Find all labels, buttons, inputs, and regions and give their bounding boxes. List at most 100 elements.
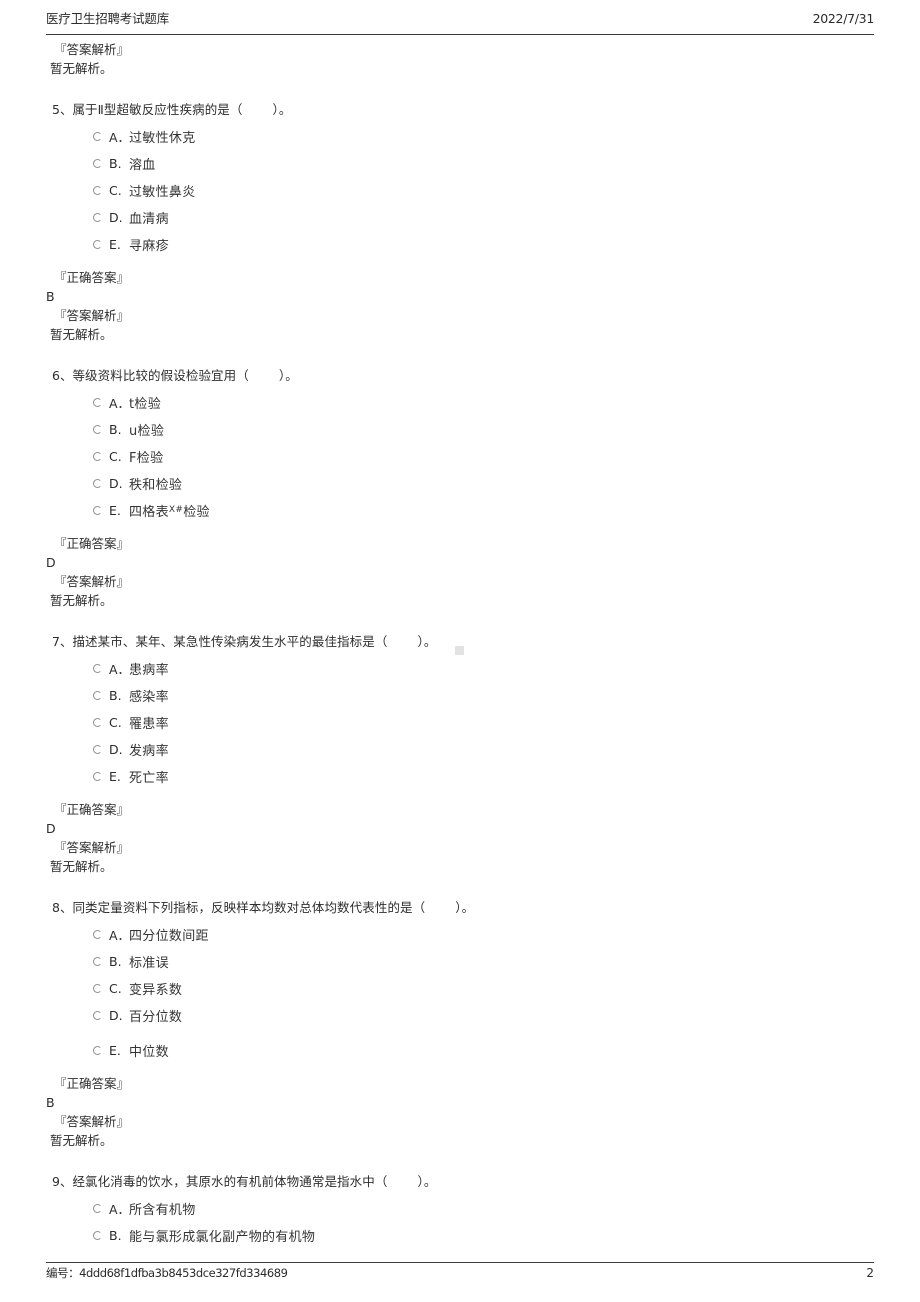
option-letter: C. bbox=[109, 183, 122, 198]
option-9-b[interactable]: B. 能与氯形成氯化副产物的有机物 bbox=[93, 1222, 920, 1249]
radio-button-icon[interactable] bbox=[93, 718, 102, 727]
option-text: 溶血 bbox=[129, 158, 156, 173]
option-8-a[interactable]: A． 四分位数间距 bbox=[93, 921, 920, 948]
explanation-text: 暂无解析。 bbox=[50, 61, 113, 76]
option-letter: E. bbox=[109, 769, 121, 784]
option-5-a[interactable]: A． 过敏性休克 bbox=[93, 123, 920, 150]
answer-area-5: 『正确答案』 B 『答案解析』 暂无解析。 bbox=[46, 268, 920, 344]
option-letter: B. bbox=[109, 156, 122, 171]
option-text: 秩和检验 bbox=[129, 478, 183, 493]
radio-button-icon[interactable] bbox=[93, 1046, 102, 1055]
option-text: 发病率 bbox=[129, 744, 169, 759]
option-list-9: A． 所含有机物 B. 能与氯形成氯化副产物的有机物 bbox=[0, 1195, 920, 1249]
option-text: 四分位数间距 bbox=[129, 929, 209, 944]
option-letter: A． bbox=[109, 130, 131, 145]
question-text-5: 属于Ⅱ型超敏反应性疾病的是（ bbox=[72, 102, 243, 117]
option-5-b[interactable]: B. 溶血 bbox=[93, 150, 920, 177]
option-8-b[interactable]: B. 标准误 bbox=[93, 948, 920, 975]
radio-button-icon[interactable] bbox=[93, 159, 102, 168]
option-6-e[interactable]: E. 四格表X#检验 bbox=[93, 497, 920, 524]
document-body: 『答案解析』 暂无解析。 5、属于Ⅱ型超敏反应性疾病的是（ ）。 A． 过敏性休克… bbox=[0, 40, 920, 1249]
option-8-e[interactable]: E. 中位数 bbox=[93, 1037, 920, 1064]
option-letter: E. bbox=[109, 503, 121, 518]
option-6-b[interactable]: B. u检验 bbox=[93, 416, 920, 443]
radio-button-icon[interactable] bbox=[93, 984, 102, 993]
radio-button-icon[interactable] bbox=[93, 506, 102, 515]
option-7-e[interactable]: E. 死亡率 bbox=[93, 763, 920, 790]
header-date: 2022/7/31 bbox=[812, 11, 875, 26]
page-number: 2 bbox=[866, 1266, 874, 1280]
option-list-6: A． t检验 B. u检验 C. F检验 D. 秩和检验 E. 四格表X#检验 bbox=[0, 389, 920, 524]
option-7-b[interactable]: B. 感染率 bbox=[93, 682, 920, 709]
option-letter: D. bbox=[109, 742, 123, 757]
option-7-d[interactable]: D. 发病率 bbox=[93, 736, 920, 763]
radio-button-icon[interactable] bbox=[93, 930, 102, 939]
option-5-c[interactable]: C. 过敏性鼻炎 bbox=[93, 177, 920, 204]
answer-area-8: 『正确答案』 B 『答案解析』 暂无解析。 bbox=[46, 1074, 920, 1150]
radio-button-icon[interactable] bbox=[93, 745, 102, 754]
explanation-text: 暂无解析。 bbox=[50, 327, 113, 342]
option-text: 四格表X#检验 bbox=[129, 501, 210, 520]
option-text: 百分位数 bbox=[129, 1010, 183, 1025]
option-8-c[interactable]: C. 变异系数 bbox=[93, 975, 920, 1002]
option-text: 变异系数 bbox=[129, 983, 183, 998]
answer-area-6: 『正确答案』 D 『答案解析』 暂无解析。 bbox=[46, 534, 920, 610]
question-text-6: 等级资料比较的假设检验宜用（ bbox=[72, 368, 249, 383]
radio-button-icon[interactable] bbox=[93, 425, 102, 434]
option-8-d[interactable]: D. 百分位数 bbox=[93, 1002, 920, 1029]
radio-button-icon[interactable] bbox=[93, 664, 102, 673]
option-6-c[interactable]: C. F检验 bbox=[93, 443, 920, 470]
question-stem-5: 5、属于Ⅱ型超敏反应性疾病的是（ ）。 bbox=[52, 100, 920, 120]
option-text: F检验 bbox=[129, 451, 164, 466]
question-text-6-after: ）。 bbox=[278, 368, 298, 383]
question-text-8-after: ）。 bbox=[455, 900, 475, 915]
explanation-text: 暂无解析。 bbox=[50, 593, 113, 608]
option-text: 患病率 bbox=[129, 663, 169, 678]
option-7-c[interactable]: C. 罹患率 bbox=[93, 709, 920, 736]
radio-button-icon[interactable] bbox=[93, 691, 102, 700]
option-text: 标准误 bbox=[129, 956, 169, 971]
correct-answer-value: B bbox=[46, 289, 55, 304]
option-letter: D. bbox=[109, 210, 123, 225]
radio-button-icon[interactable] bbox=[93, 479, 102, 488]
radio-button-icon[interactable] bbox=[93, 398, 102, 407]
radio-button-icon[interactable] bbox=[93, 1231, 102, 1240]
option-letter: C. bbox=[109, 981, 122, 996]
explanation-text: 暂无解析。 bbox=[50, 1133, 113, 1148]
explanation-text: 暂无解析。 bbox=[50, 859, 113, 874]
option-6-a[interactable]: A． t检验 bbox=[93, 389, 920, 416]
radio-button-icon[interactable] bbox=[93, 1011, 102, 1020]
option-5-e[interactable]: E. 寻麻疹 bbox=[93, 231, 920, 258]
correct-answer-value: D bbox=[46, 555, 56, 570]
document-page: 医疗卫生招聘考试题库 2022/7/31 『答案解析』 暂无解析。 5、属于Ⅱ型… bbox=[0, 0, 920, 1302]
option-7-a[interactable]: A． 患病率 bbox=[93, 655, 920, 682]
explanation-label: 『答案解析』 bbox=[54, 308, 130, 323]
header-title: 医疗卫生招聘考试题库 bbox=[46, 11, 170, 26]
radio-button-icon[interactable] bbox=[93, 957, 102, 966]
question-text-8: 同类定量资料下列指标，反映样本均数对总体均数代表性的是（ bbox=[72, 900, 426, 915]
option-6-d[interactable]: D. 秩和检验 bbox=[93, 470, 920, 497]
radio-button-icon[interactable] bbox=[93, 1204, 102, 1213]
option-text: 所含有机物 bbox=[129, 1203, 196, 1218]
option-letter: B. bbox=[109, 1228, 122, 1243]
option-text-superscript: X# bbox=[168, 505, 184, 515]
radio-button-icon[interactable] bbox=[93, 240, 102, 249]
radio-button-icon[interactable] bbox=[93, 132, 102, 141]
option-letter: C. bbox=[109, 715, 122, 730]
question-stem-6: 6、等级资料比较的假设检验宜用（ ）。 bbox=[52, 366, 920, 386]
radio-button-icon[interactable] bbox=[93, 772, 102, 781]
option-text: u检验 bbox=[129, 424, 165, 439]
option-text: 感染率 bbox=[129, 690, 169, 705]
radio-button-icon[interactable] bbox=[93, 213, 102, 222]
option-text: 血清病 bbox=[129, 212, 169, 227]
option-5-d[interactable]: D. 血清病 bbox=[93, 204, 920, 231]
option-list-5: A． 过敏性休克 B. 溶血 C. 过敏性鼻炎 D. 血清病 E. 寻麻疹 bbox=[0, 123, 920, 258]
radio-button-icon[interactable] bbox=[93, 186, 102, 195]
option-text-main: 四格表 bbox=[129, 505, 169, 520]
radio-button-icon[interactable] bbox=[93, 452, 102, 461]
question-stem-8: 8、同类定量资料下列指标，反映样本均数对总体均数代表性的是（ ）。 bbox=[52, 898, 920, 918]
option-9-a[interactable]: A． 所含有机物 bbox=[93, 1195, 920, 1222]
option-letter: E. bbox=[109, 1043, 121, 1058]
